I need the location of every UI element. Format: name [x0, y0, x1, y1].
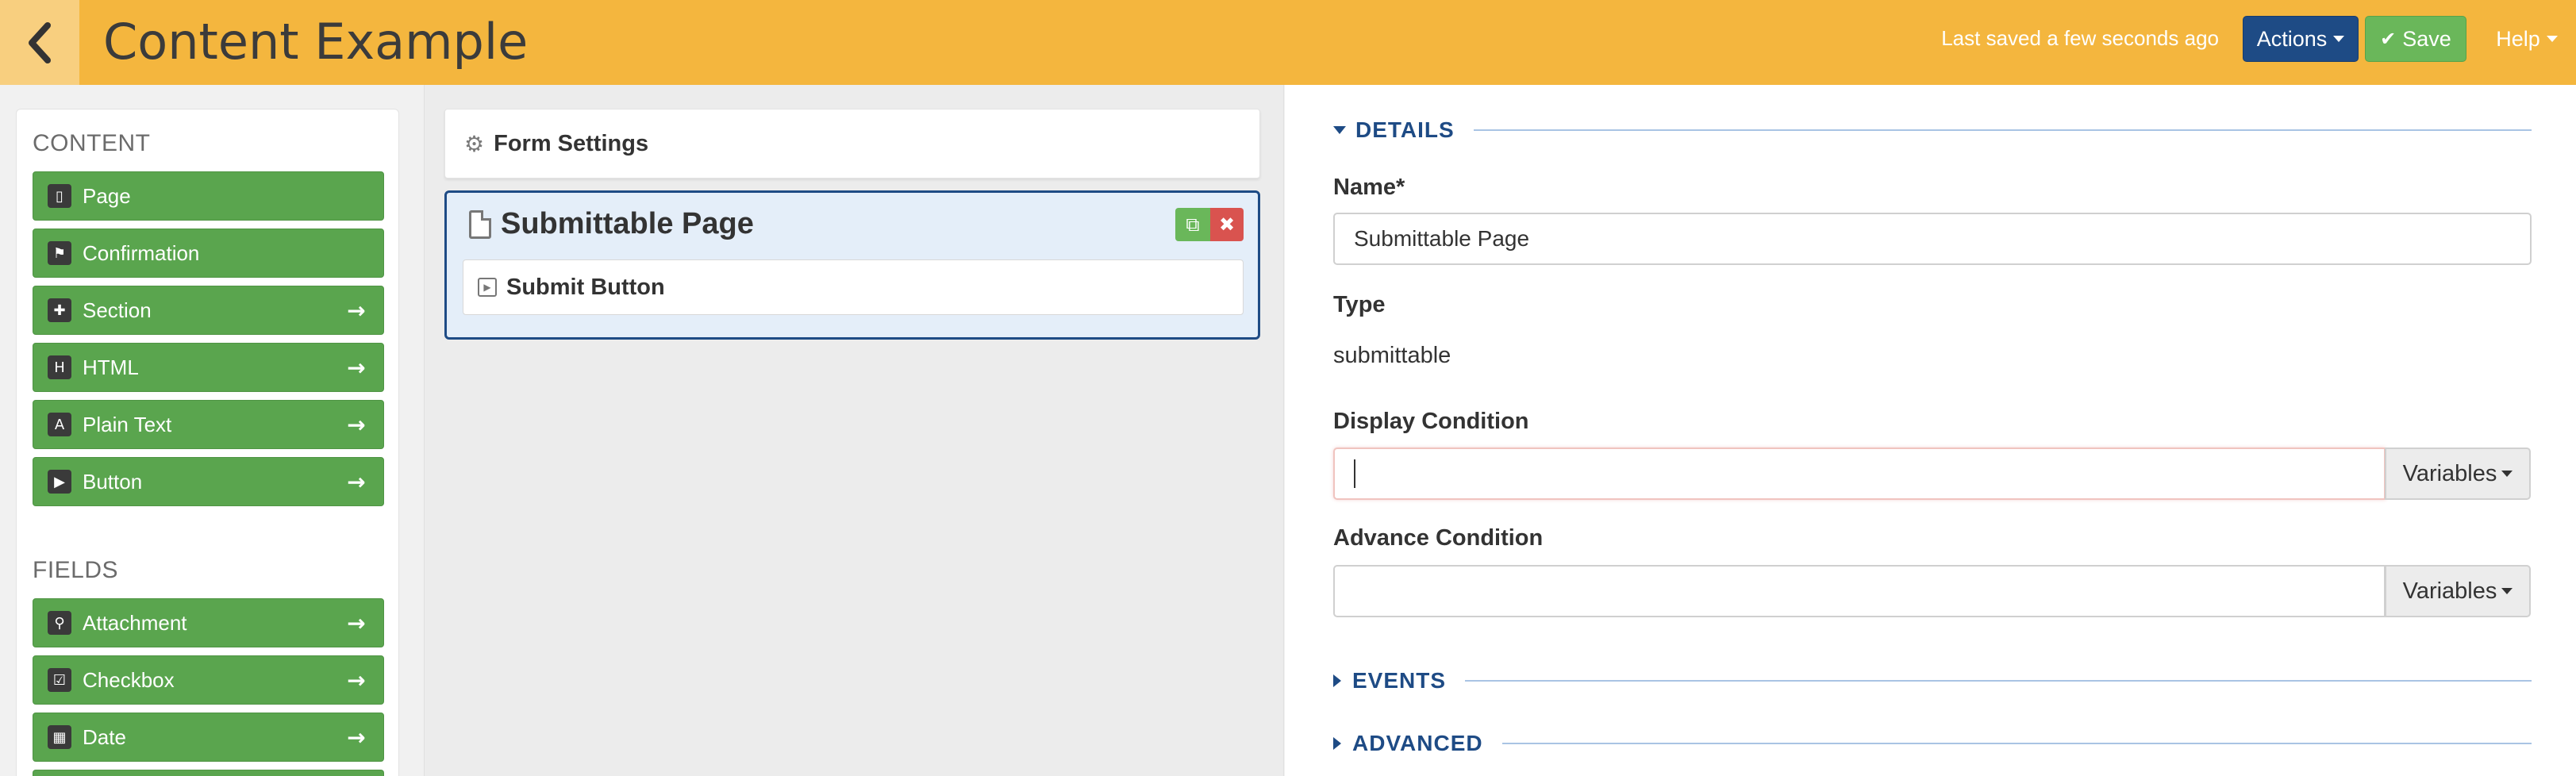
advance-condition-variables-button[interactable]: Variables — [2385, 565, 2531, 617]
type-value: submittable — [1333, 343, 1451, 368]
form-settings-panel[interactable]: ⚙ Form Settings — [444, 109, 1260, 179]
palette-item-date[interactable]: ▦ Date → — [33, 713, 384, 762]
variables-label: Variables — [2402, 460, 2497, 486]
fields-heading: FIELDS — [33, 557, 119, 583]
last-saved-status: Last saved a few seconds ago — [1941, 26, 2219, 50]
arrow-right-icon: → — [347, 354, 366, 381]
caret-down-icon — [2501, 471, 2513, 477]
palette-item-partial[interactable] — [33, 770, 384, 776]
arrow-right-icon: → — [347, 609, 366, 636]
submit-button-element[interactable]: ▶ Submit Button — [463, 259, 1244, 315]
arrow-right-icon: → — [347, 411, 366, 438]
actions-dropdown-button[interactable]: Actions — [2243, 16, 2359, 62]
palette-item-section[interactable]: ✚ Section → — [33, 286, 384, 335]
save-label: Save — [2402, 26, 2451, 51]
element-palette: CONTENT ▯ Page ⚑ Confirmation ✚ Section … — [16, 109, 399, 776]
page-title: Content Example — [103, 13, 529, 71]
check-icon: ✔ — [2380, 28, 2397, 50]
divider — [1465, 680, 2532, 682]
display-condition-input[interactable] — [1333, 448, 2386, 500]
page-card-title: Submittable Page — [469, 207, 754, 241]
arrow-right-icon: → — [347, 468, 366, 495]
details-section-title: DETAILS — [1355, 117, 1455, 142]
palette-item-attachment[interactable]: ⚲ Attachment → — [33, 598, 384, 647]
palette-item-plain-text[interactable]: A Plain Text → — [33, 400, 384, 449]
html-icon: H — [48, 355, 71, 379]
calendar-icon: ▦ — [48, 725, 71, 749]
submit-button-label: Submit Button — [506, 274, 665, 300]
checkbox-icon: ☑ — [48, 668, 71, 692]
palette-item-label: Button — [83, 469, 143, 494]
help-label: Help — [2496, 26, 2540, 51]
text-cursor — [1354, 459, 1355, 488]
divider — [1501, 743, 2532, 744]
arrow-right-icon: → — [347, 724, 366, 751]
arrow-right-icon: → — [347, 667, 366, 693]
palette-item-label: Date — [83, 724, 126, 749]
paperclip-icon: ⚲ — [48, 611, 71, 635]
duplicate-button[interactable]: ⧉ — [1175, 208, 1210, 241]
close-icon: ✖ — [1218, 213, 1236, 236]
back-button[interactable] — [0, 0, 79, 85]
puzzle-icon: ✚ — [48, 298, 71, 322]
palette-item-button[interactable]: ▶ Button → — [33, 457, 384, 506]
copy-icon: ⧉ — [1186, 213, 1200, 236]
events-section-title: EVENTS — [1352, 668, 1447, 693]
palette-item-confirmation[interactable]: ⚑ Confirmation — [33, 229, 384, 278]
details-section-toggle[interactable]: DETAILS — [1333, 117, 2532, 143]
caret-down-icon — [2501, 588, 2513, 594]
name-field-value: Submittable Page — [1354, 226, 1530, 251]
advanced-section-toggle[interactable]: ADVANCED — [1333, 731, 2532, 756]
caret-down-icon — [2546, 36, 2558, 42]
gear-icon: ⚙ — [464, 130, 485, 157]
palette-item-html[interactable]: H HTML → — [33, 343, 384, 392]
save-button[interactable]: ✔ Save — [2365, 16, 2466, 62]
name-field-label: Name* — [1333, 175, 1405, 200]
top-bar: Content Example Last saved a few seconds… — [0, 0, 2576, 85]
palette-item-label: Page — [83, 183, 131, 208]
events-section-toggle[interactable]: EVENTS — [1333, 668, 2532, 693]
palette-item-label: HTML — [83, 355, 139, 379]
palette-item-label: Attachment — [83, 610, 187, 635]
type-field-label: Type — [1333, 292, 1386, 317]
page-card-title-text: Submittable Page — [501, 207, 754, 240]
variables-label: Variables — [2402, 578, 2497, 604]
form-settings-label: Form Settings — [494, 130, 649, 156]
name-field[interactable]: Submittable Page — [1333, 213, 2532, 265]
advance-condition-label: Advance Condition — [1333, 525, 1544, 551]
display-condition-label: Display Condition — [1333, 409, 1529, 434]
content-heading: CONTENT — [33, 130, 151, 156]
advance-condition-input[interactable] — [1333, 565, 2386, 617]
play-icon: ▶ — [48, 470, 71, 494]
help-dropdown-button[interactable]: Help — [2487, 16, 2566, 62]
delete-button[interactable]: ✖ — [1210, 208, 1244, 241]
document-icon — [469, 209, 491, 239]
text-icon: A — [48, 413, 71, 436]
advanced-section-title: ADVANCED — [1352, 731, 1483, 755]
palette-item-label: Plain Text — [83, 412, 172, 436]
palette-item-label: Section — [83, 298, 152, 322]
arrow-right-icon: → — [347, 297, 366, 324]
display-condition-variables-button[interactable]: Variables — [2385, 448, 2531, 500]
flag-icon: ⚑ — [48, 241, 71, 265]
caret-down-icon — [2333, 36, 2345, 42]
divider — [1473, 129, 2532, 131]
palette-item-label: Confirmation — [83, 240, 200, 265]
actions-label: Actions — [2256, 26, 2328, 51]
play-icon: ▶ — [478, 278, 497, 297]
caret-right-icon — [1333, 674, 1341, 687]
caret-down-icon — [1333, 126, 1346, 134]
palette-item-label: Checkbox — [83, 667, 175, 692]
caret-right-icon — [1333, 737, 1341, 750]
form-builder-canvas — [424, 85, 1284, 776]
page-icon: ▯ — [48, 184, 71, 208]
chevron-left-icon — [29, 21, 51, 63]
palette-item-page[interactable]: ▯ Page — [33, 171, 384, 221]
page-card-selected[interactable]: Submittable Page ⧉ ✖ ▶ Submit Button — [444, 190, 1260, 340]
palette-item-checkbox[interactable]: ☑ Checkbox → — [33, 655, 384, 705]
